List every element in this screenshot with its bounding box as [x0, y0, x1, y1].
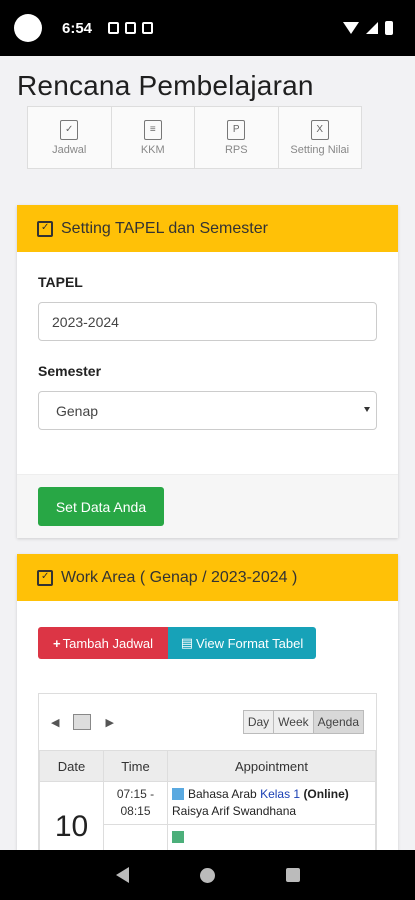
file-icon: ≡ [143, 119, 162, 140]
time-cell: 07:15 - 08:15 [103, 781, 168, 825]
work-area-card: Work Area ( Genap / 2023-2024 ) + Tambah… [17, 554, 398, 850]
tapel-input[interactable]: 2023-2024 [38, 302, 377, 341]
toolbar-jadwal-button[interactable]: ✓ Jadwal [28, 107, 112, 168]
view-format-tabel-button[interactable]: ▤ View Format Tabel [168, 627, 316, 659]
appointment-item[interactable] [167, 824, 376, 850]
toolbar-label: Jadwal [52, 143, 87, 156]
battery-icon [385, 21, 393, 35]
view-day-button[interactable]: Day [243, 711, 275, 733]
scheduler: ◀ ▶ Day Week Agenda Date Time Appointmen… [38, 693, 377, 850]
agenda-table: Date Time Appointment 10 07:15 - 08:15 B… [39, 750, 376, 850]
toolbar-setting-nilai-button[interactable]: X Setting Nilai [279, 107, 362, 168]
wifi-icon [343, 22, 359, 34]
toolbar-label: RPS [224, 143, 248, 156]
camera-cutout [14, 14, 42, 42]
settings-card-header: Setting TAPEL dan Semester [17, 205, 398, 252]
calendar-check-icon [37, 220, 53, 237]
notification-icon [142, 22, 154, 34]
column-header-date: Date [39, 750, 104, 782]
back-icon[interactable] [115, 867, 129, 883]
appointment-mode: (Online) [303, 787, 349, 801]
view-switcher: Day Week Agenda [242, 710, 364, 734]
work-area-actions: + Tambah Jadwal ▤ View Format Tabel [17, 601, 398, 659]
view-week-button[interactable]: Week [274, 711, 314, 733]
recents-icon[interactable] [285, 868, 300, 882]
prev-arrow-icon[interactable]: ◀ [51, 716, 59, 729]
module-toolbar: ✓ Jadwal ≡ KKM P RPS X Setting Nilai [27, 106, 362, 169]
page-content: Rencana Pembelajaran ✓ Jadwal ≡ KKM P RP… [0, 56, 415, 850]
notification-icon [108, 22, 120, 34]
toolbar-label: KKM [140, 143, 165, 156]
signal-icon [366, 22, 378, 34]
calendar-picker-icon[interactable] [73, 714, 92, 730]
scheduler-toolbar: ◀ ▶ Day Week Agenda [39, 694, 376, 750]
date-cell: 10 [39, 781, 104, 850]
status-time: 6:54 [62, 19, 93, 37]
system-icons [343, 21, 393, 35]
calendar-check-icon [37, 569, 53, 586]
semester-select[interactable]: Genap [38, 391, 377, 430]
plus-icon: + [53, 635, 61, 651]
calendar-check-icon: ✓ [60, 119, 79, 140]
column-header-time: Time [103, 750, 168, 782]
android-nav-bar [0, 850, 415, 900]
status-bar: 6:54 [0, 0, 415, 56]
work-area-header: Work Area ( Genap / 2023-2024 ) [17, 554, 398, 601]
home-icon[interactable] [199, 867, 215, 883]
view-format-tabel-label: View Format Tabel [196, 635, 304, 651]
appointment-subject: Bahasa Arab [188, 787, 257, 801]
file-excel-icon: X [310, 119, 329, 140]
tapel-value: 2023-2024 [52, 313, 119, 330]
settings-card: Setting TAPEL dan Semester TAPEL 2023-20… [17, 205, 398, 538]
file-p-icon: P [227, 119, 246, 140]
settings-card-title: Setting TAPEL dan Semester [61, 219, 268, 237]
time-cell [103, 824, 168, 850]
appointment-item[interactable]: Bahasa Arab Kelas 1 (Online) Raisya Arif… [167, 781, 376, 825]
toolbar-rps-button[interactable]: P RPS [195, 107, 279, 168]
settings-card-footer: Set Data Anda [17, 474, 398, 538]
toolbar-kkm-button[interactable]: ≡ KKM [112, 107, 195, 168]
page-title: Rencana Pembelajaran [17, 70, 314, 101]
column-header-appointment: Appointment [167, 750, 376, 782]
next-arrow-icon[interactable]: ▶ [105, 716, 113, 729]
appointment-color-marker [172, 831, 184, 843]
view-agenda-button[interactable]: Agenda [313, 711, 363, 733]
dropdown-caret-icon [364, 407, 370, 412]
notification-icon [125, 22, 137, 34]
appointment-color-marker [172, 788, 184, 800]
appointment-class-link[interactable]: Kelas 1 [260, 787, 300, 801]
file-icon: ▤ [180, 635, 194, 650]
semester-label: Semester [38, 363, 102, 379]
settings-form: TAPEL 2023-2024 Semester Genap [17, 252, 398, 474]
tambah-jadwal-label: Tambah Jadwal [62, 635, 153, 651]
toolbar-label: Setting Nilai [290, 143, 350, 156]
tapel-label: TAPEL [38, 274, 83, 290]
notification-icons [108, 22, 154, 34]
appointment-teacher: Raisya Arif Swandhana [172, 804, 297, 818]
set-data-button[interactable]: Set Data Anda [38, 487, 164, 526]
semester-value: Genap [56, 402, 99, 419]
work-area-title: Work Area ( Genap / 2023-2024 ) [61, 568, 298, 586]
tambah-jadwal-button[interactable]: + Tambah Jadwal [38, 627, 168, 659]
table-row: 10 07:15 - 08:15 Bahasa Arab Kelas 1 (On… [39, 781, 376, 850]
